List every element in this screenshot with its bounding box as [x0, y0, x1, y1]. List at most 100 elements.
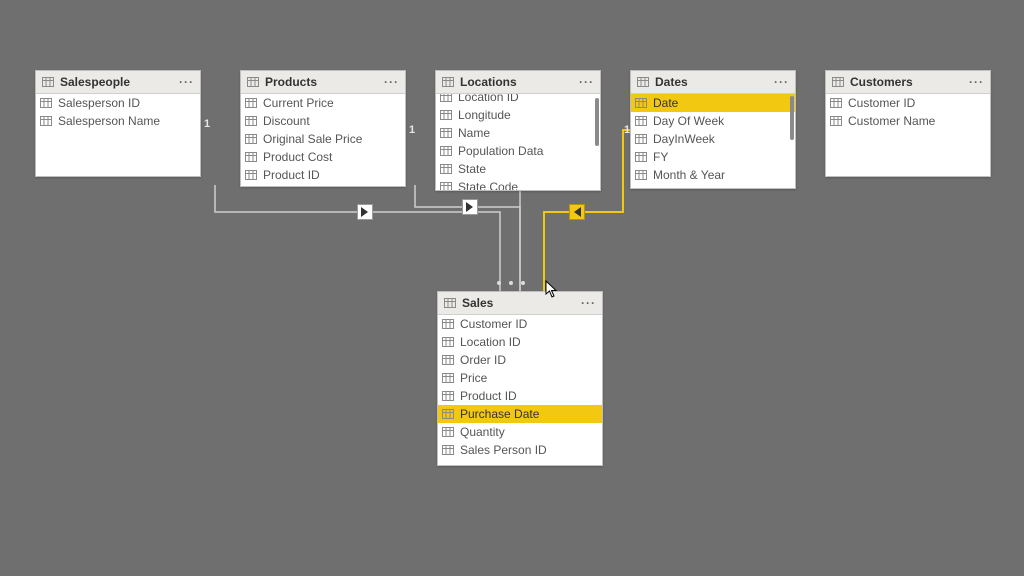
table-title: Customers	[850, 75, 913, 89]
table-header-salespeople[interactable]: Salespeople ···	[36, 71, 200, 94]
field-icon	[245, 170, 257, 180]
field-label: Price	[460, 371, 487, 385]
model-canvas[interactable]: 1 1 1 Salespeople ··· Salesperson ID Sal…	[0, 0, 1024, 576]
filter-direction-products[interactable]	[462, 199, 478, 215]
field-icon	[440, 110, 452, 120]
field-item[interactable]: Quantity	[438, 423, 602, 441]
field-item[interactable]: Population Data	[436, 142, 600, 160]
field-icon	[830, 116, 842, 126]
field-label: Quantity	[460, 425, 505, 439]
field-item[interactable]: Current Price	[241, 94, 405, 112]
field-item[interactable]: Customer Name	[826, 112, 990, 130]
field-item[interactable]: State Code	[436, 178, 600, 190]
field-label: Customer Name	[848, 114, 935, 128]
table-locations[interactable]: Locations ··· Location ID Longitude Name…	[435, 70, 601, 191]
field-item[interactable]: Product ID	[241, 166, 405, 184]
table-icon	[247, 77, 259, 87]
field-label: Order ID	[460, 353, 506, 367]
field-item[interactable]: Month & Year	[631, 166, 795, 184]
field-item[interactable]: FY	[631, 148, 795, 166]
table-header-products[interactable]: Products ···	[241, 71, 405, 94]
field-label: Population Data	[458, 144, 543, 158]
table-products[interactable]: Products ··· Current Price Discount Orig…	[240, 70, 406, 187]
field-item[interactable]: Name	[436, 124, 600, 142]
field-icon	[440, 182, 452, 190]
field-icon	[442, 373, 454, 383]
field-item[interactable]: Original Sale Price	[241, 130, 405, 148]
field-label: Current Price	[263, 96, 334, 110]
field-icon	[635, 134, 647, 144]
field-label: Product Cost	[263, 150, 332, 164]
field-label: DayInWeek	[653, 132, 715, 146]
field-item[interactable]: Customer ID	[826, 94, 990, 112]
field-item[interactable]: Longitude	[436, 106, 600, 124]
field-item[interactable]: Sales Person ID	[438, 441, 602, 459]
field-label: Location ID	[458, 94, 519, 104]
scrollbar-thumb[interactable]	[790, 96, 794, 140]
table-menu-button[interactable]: ···	[179, 71, 194, 93]
table-menu-button[interactable]: ···	[969, 71, 984, 93]
field-icon	[245, 134, 257, 144]
table-title: Locations	[460, 75, 517, 89]
table-menu-button[interactable]: ···	[579, 71, 594, 93]
table-icon	[832, 77, 844, 87]
field-label: Salesperson ID	[58, 96, 140, 110]
table-header-dates[interactable]: Dates ···	[631, 71, 795, 94]
field-label: Customer ID	[460, 317, 527, 331]
field-item[interactable]: Salesperson Name	[36, 112, 200, 130]
table-title: Dates	[655, 75, 688, 89]
field-item[interactable]: Discount	[241, 112, 405, 130]
field-label: Month & Year	[653, 168, 725, 182]
table-icon	[42, 77, 54, 87]
field-label: Salesperson Name	[58, 114, 160, 128]
field-icon	[830, 98, 842, 108]
field-label: Location ID	[460, 335, 521, 349]
field-label: State	[458, 162, 486, 176]
field-label: Name	[458, 126, 490, 140]
table-dates[interactable]: Dates ··· Date Day Of Week DayInWeek FY …	[630, 70, 796, 189]
cardinality-many-sales	[497, 281, 525, 285]
field-item[interactable]: Purchase Date	[438, 405, 602, 423]
field-label: Purchase Date	[460, 407, 539, 421]
field-icon	[635, 116, 647, 126]
field-icon	[635, 152, 647, 162]
field-item[interactable]: Product Cost	[241, 148, 405, 166]
table-icon	[444, 298, 456, 308]
field-icon	[440, 146, 452, 156]
table-menu-button[interactable]: ···	[384, 71, 399, 93]
field-icon	[442, 427, 454, 437]
field-item[interactable]: Customer ID	[438, 315, 602, 333]
table-salespeople[interactable]: Salespeople ··· Salesperson ID Salespers…	[35, 70, 201, 177]
table-menu-button[interactable]: ···	[581, 292, 596, 314]
table-header-locations[interactable]: Locations ···	[436, 71, 600, 94]
field-item[interactable]: Location ID	[436, 94, 600, 106]
table-icon	[637, 77, 649, 87]
field-item[interactable]: Day Of Week	[631, 112, 795, 130]
table-sales[interactable]: Sales ··· Customer ID Location ID Order …	[437, 291, 603, 466]
field-icon	[245, 98, 257, 108]
field-label: Discount	[263, 114, 310, 128]
field-icon	[440, 164, 452, 174]
field-item[interactable]: State	[436, 160, 600, 178]
filter-direction-dates[interactable]	[569, 204, 585, 220]
scrollbar-thumb[interactable]	[595, 98, 599, 146]
field-item[interactable]: Price	[438, 369, 602, 387]
field-item[interactable]: Product ID	[438, 387, 602, 405]
table-header-sales[interactable]: Sales ···	[438, 292, 602, 315]
table-customers[interactable]: Customers ··· Customer ID Customer Name	[825, 70, 991, 177]
field-label: Customer ID	[848, 96, 915, 110]
field-item[interactable]: Location ID	[438, 333, 602, 351]
field-label: Day Of Week	[653, 114, 724, 128]
field-icon	[442, 319, 454, 329]
table-icon	[442, 77, 454, 87]
field-icon	[245, 116, 257, 126]
filter-direction-salespeople[interactable]	[357, 204, 373, 220]
field-icon	[442, 355, 454, 365]
field-item[interactable]: Salesperson ID	[36, 94, 200, 112]
field-item[interactable]: DayInWeek	[631, 130, 795, 148]
field-label: State Code	[458, 180, 518, 190]
field-item[interactable]: Order ID	[438, 351, 602, 369]
table-menu-button[interactable]: ···	[774, 71, 789, 93]
table-header-customers[interactable]: Customers ···	[826, 71, 990, 94]
field-item[interactable]: Date	[631, 94, 795, 112]
